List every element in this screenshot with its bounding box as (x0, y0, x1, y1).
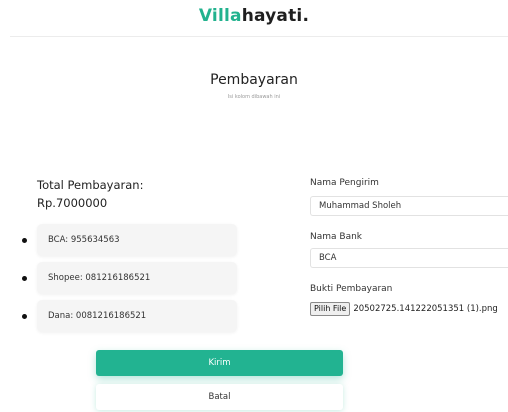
list-item: BCA: 955634563 (22, 224, 252, 256)
payment-method-dana: Dana: 0081216186521 (37, 300, 237, 332)
total-payment-value: Rp.7000000 (37, 196, 108, 210)
bank-name-label: Nama Bank (310, 232, 362, 242)
bullet-icon (22, 276, 27, 281)
brand-logo[interactable]: Villahayati. (0, 6, 508, 26)
bullet-icon (22, 314, 27, 319)
header-divider (10, 36, 508, 37)
sender-name-label: Nama Pengirim (310, 178, 379, 188)
brand-logo-rest: hayati. (241, 6, 310, 26)
total-payment-label: Total Pembayaran: (37, 178, 144, 192)
payment-method-shopee: Shopee: 081216186521 (37, 262, 237, 294)
file-name: 20502725.141222051351 (1).png (353, 304, 498, 314)
sender-name-input[interactable]: Muhammad Sholeh (310, 196, 508, 216)
page-subtitle: Isi kolom dibawah ini (227, 94, 281, 100)
submit-button[interactable]: Kirim (96, 350, 343, 376)
payment-proof-label: Bukti Pembayaran (310, 284, 393, 294)
choose-file-button[interactable]: Pilih File (310, 302, 351, 316)
cancel-button[interactable]: Batal (96, 384, 343, 410)
list-item: Dana: 0081216186521 (22, 300, 252, 332)
list-item: Shopee: 081216186521 (22, 262, 252, 294)
total-payment: Total Pembayaran: Rp.7000000 (37, 176, 143, 212)
payment-method-bca: BCA: 955634563 (37, 224, 237, 256)
bank-name-input[interactable]: BCA (310, 248, 508, 268)
page-title: Pembayaran (210, 72, 298, 88)
bullet-icon (22, 238, 27, 243)
brand-logo-accent: Villa (198, 6, 242, 26)
payment-proof-file-input: Pilih File 20502725.141222051351 (1).png (310, 302, 498, 316)
